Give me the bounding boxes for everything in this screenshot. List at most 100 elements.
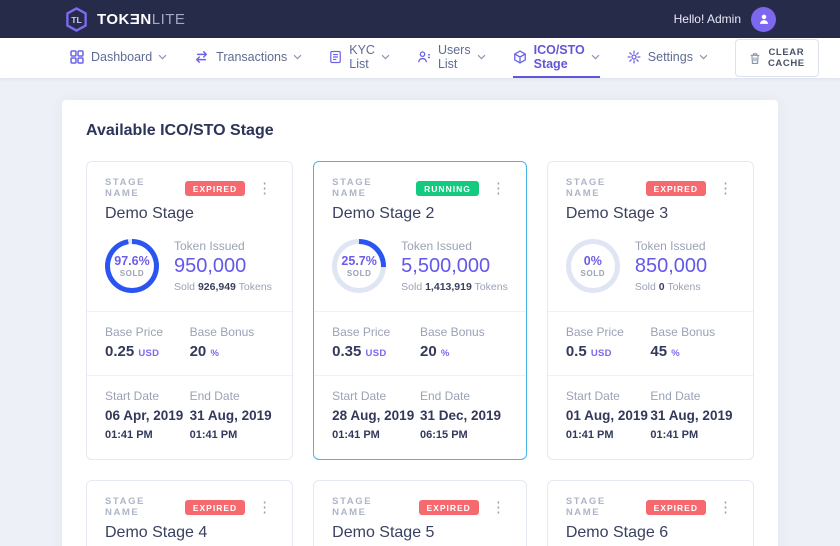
stage-name-label: STAGE NAME <box>332 496 408 518</box>
progress-percent: 0% <box>584 254 602 268</box>
base-bonus-label: Base Bonus <box>420 325 508 339</box>
status-badge: EXPIRED <box>646 500 706 515</box>
sold-label: SOLD <box>347 269 372 278</box>
person-icon <box>757 12 771 26</box>
brand-logo-icon: TL <box>64 7 89 32</box>
sold-tokens-line: Sold 0 Tokens <box>635 281 707 293</box>
base-price-label: Base Price <box>332 325 420 339</box>
kebab-menu-icon[interactable]: ⋮ <box>255 500 274 515</box>
nav-item-dashboard[interactable]: Dashboard <box>70 38 167 78</box>
start-date-value: 28 Aug, 2019 01:41 PM <box>332 407 420 443</box>
clear-cache-button[interactable]: CLEAR CACHE <box>735 39 819 77</box>
progress-percent: 97.6% <box>114 254 149 268</box>
base-price-label: Base Price <box>566 325 651 339</box>
base-bonus-value: 45 % <box>650 343 735 360</box>
base-bonus-value: 20 % <box>190 343 275 360</box>
stage-title: Demo Stage 6 <box>566 524 735 542</box>
sold-tokens-line: Sold 926,949 Tokens <box>174 281 272 293</box>
stage-name-label: STAGE NAME <box>105 177 175 199</box>
start-date-label: Start Date <box>105 389 190 403</box>
cube-icon <box>513 50 527 64</box>
stage-card: STAGE NAME EXPIRED ⋮ Demo Stage 6 0% SOL… <box>547 480 754 546</box>
kebab-menu-icon[interactable]: ⋮ <box>716 181 735 196</box>
progress-ring: 25.7% SOLD <box>332 239 386 293</box>
status-badge: EXPIRED <box>185 181 245 196</box>
chevron-down-icon <box>591 54 600 60</box>
gear-icon <box>627 50 641 64</box>
nav-item-kyc-list[interactable]: KYC List <box>329 38 390 78</box>
sold-label: SOLD <box>581 269 606 278</box>
grid-icon <box>70 50 84 64</box>
token-issued-amount: 950,000 <box>174 255 272 278</box>
nav-item-transactions[interactable]: Transactions <box>194 38 302 78</box>
stage-card: STAGE NAME EXPIRED ⋮ Demo Stage 5 0% SOL… <box>313 480 527 546</box>
end-date-label: End Date <box>190 389 275 403</box>
user-avatar[interactable] <box>751 7 776 32</box>
token-issued-label: Token Issued <box>635 239 707 253</box>
chevron-down-icon <box>699 54 708 60</box>
kebab-menu-icon[interactable]: ⋮ <box>716 500 735 515</box>
base-price-value: 0.35 USD <box>332 343 420 360</box>
chevron-down-icon <box>158 54 167 60</box>
brand[interactable]: TL TOKƎNLITE <box>64 7 185 32</box>
start-date-label: Start Date <box>566 389 651 403</box>
stage-card: STAGE NAME EXPIRED ⋮ Demo Stage 4 0% SOL… <box>86 480 293 546</box>
greeting-text: Hello! Admin <box>674 12 741 26</box>
progress-percent: 25.7% <box>341 254 376 268</box>
nav-item-ico-sto-stage[interactable]: ICO/STO Stage <box>513 38 600 78</box>
base-bonus-label: Base Bonus <box>190 325 275 339</box>
nav-item-users-list[interactable]: Users List <box>417 38 486 78</box>
stage-name-label: STAGE NAME <box>105 496 175 518</box>
main-nav: Dashboard Transactions KYC List Users Li… <box>0 38 840 78</box>
start-date-label: Start Date <box>332 389 420 403</box>
content-area: Available ICO/STO Stage STAGE NAME EXPIR… <box>0 78 840 546</box>
sold-label: SOLD <box>120 269 145 278</box>
stage-card: STAGE NAME EXPIRED ⋮ Demo Stage 3 0% SOL… <box>547 161 754 460</box>
progress-ring: 0% SOLD <box>566 239 620 293</box>
sold-tokens-line: Sold 1,413,919 Tokens <box>401 281 508 293</box>
end-date-value: 31 Aug, 201901:41 PM <box>650 407 735 443</box>
token-issued-label: Token Issued <box>174 239 272 253</box>
nav-item-settings[interactable]: Settings <box>627 38 708 78</box>
chevron-down-icon <box>381 54 390 60</box>
stage-card: STAGE NAME RUNNING ⋮ Demo Stage 2 25.7% … <box>313 161 527 460</box>
chevron-down-icon <box>293 54 302 60</box>
base-price-value: 0.25 USD <box>105 343 190 360</box>
kebab-menu-icon[interactable]: ⋮ <box>255 181 274 196</box>
stage-title: Demo Stage <box>105 205 274 223</box>
stage-name-label: STAGE NAME <box>332 177 406 199</box>
base-bonus-label: Base Bonus <box>650 325 735 339</box>
token-issued-label: Token Issued <box>401 239 508 253</box>
page-title: Available ICO/STO Stage <box>86 122 754 140</box>
status-badge: EXPIRED <box>185 500 245 515</box>
clear-cache-label: CLEAR CACHE <box>768 47 805 69</box>
status-badge: EXPIRED <box>419 500 479 515</box>
base-price-value: 0.5 USD <box>566 343 651 360</box>
start-date-value: 01 Aug, 2019 01:41 PM <box>566 407 651 443</box>
chevron-down-icon <box>477 54 486 60</box>
stage-cards-grid: STAGE NAME EXPIRED ⋮ Demo Stage 97.6% SO… <box>86 161 754 546</box>
trash-icon <box>749 52 761 65</box>
stage-title: Demo Stage 4 <box>105 524 274 542</box>
stage-title: Demo Stage 5 <box>332 524 508 542</box>
end-date-value: 31 Dec, 201906:15 PM <box>420 407 508 443</box>
end-date-value: 31 Aug, 201901:41 PM <box>190 407 275 443</box>
kebab-menu-icon[interactable]: ⋮ <box>489 500 508 515</box>
user-icon <box>417 50 431 64</box>
stage-title: Demo Stage 3 <box>566 205 735 223</box>
kebab-menu-icon[interactable]: ⋮ <box>489 181 508 196</box>
stage-panel: Available ICO/STO Stage STAGE NAME EXPIR… <box>62 100 778 546</box>
stage-title: Demo Stage 2 <box>332 205 508 223</box>
svg-text:TL: TL <box>71 14 82 24</box>
token-issued-amount: 5,500,000 <box>401 255 508 278</box>
progress-ring: 97.6% SOLD <box>105 239 159 293</box>
base-bonus-value: 20 % <box>420 343 508 360</box>
stage-card: STAGE NAME EXPIRED ⋮ Demo Stage 97.6% SO… <box>86 161 293 460</box>
token-issued-amount: 850,000 <box>635 255 707 278</box>
start-date-value: 06 Apr, 2019 01:41 PM <box>105 407 190 443</box>
end-date-label: End Date <box>420 389 508 403</box>
swap-arrows-icon <box>194 50 209 64</box>
status-badge: EXPIRED <box>646 181 706 196</box>
stage-name-label: STAGE NAME <box>566 177 636 199</box>
brand-name: TOKƎNLITE <box>97 11 185 28</box>
